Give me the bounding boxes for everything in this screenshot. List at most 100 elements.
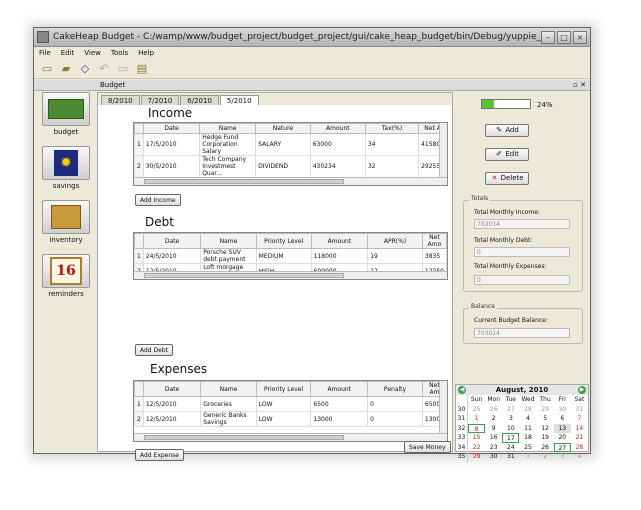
calendar-day[interactable]: 4	[519, 414, 536, 424]
calendar-day[interactable]: 22	[468, 443, 485, 453]
horizontal-scrollbar[interactable]	[134, 177, 447, 185]
save-money-button[interactable]: Save Money	[404, 441, 451, 453]
calendar-day[interactable]: 7	[571, 414, 588, 424]
calendar-day[interactable]: 25	[468, 405, 485, 415]
menu-edit[interactable]: Edit	[61, 49, 75, 57]
open-folder-icon[interactable]: ▰	[59, 62, 73, 76]
column-header[interactable]: Date	[142, 381, 202, 397]
table-row[interactable]: 1 12/5/2010 Groceries LOW 6500 0 6500	[134, 396, 447, 412]
debt-table[interactable]: Date Name Priority Level Amount APR(%) N…	[133, 232, 448, 280]
column-header[interactable]: Date	[142, 123, 201, 134]
sidebar-item-budget[interactable]: budget	[40, 92, 92, 136]
income-table[interactable]: Date Name Nature Amount Tax(%) Net A 1 1…	[133, 122, 448, 186]
table-row[interactable]: 2 12/5/2010 Generic Banks Savings LOW 13…	[134, 411, 447, 427]
column-header[interactable]: APR(%)	[367, 233, 423, 249]
pane-controls[interactable]: ▫ ✕	[573, 80, 586, 91]
title-bar[interactable]: CakeHeap Budget - C:/wamp/www/budget_pro…	[34, 28, 590, 47]
calendar-day[interactable]: 10	[502, 424, 519, 434]
tab-month[interactable]: 6/2010	[180, 95, 219, 105]
calendar-day[interactable]: 26	[537, 443, 554, 453]
calendar-day[interactable]: 24	[502, 443, 519, 453]
add-income-button[interactable]: Add Income	[135, 194, 181, 206]
vertical-scrollbar[interactable]	[439, 123, 447, 185]
prev-month-icon[interactable]: ◀	[458, 386, 466, 394]
calendar-day[interactable]: 18	[519, 433, 536, 443]
table-row[interactable]: 1 24/5/2010 Porsche SUV debt payment MED…	[134, 248, 447, 264]
sidebar-item-savings[interactable]: ✹ savings	[40, 146, 92, 190]
calendar-day[interactable]: 12	[537, 424, 554, 434]
tab-month[interactable]: 8/2010	[101, 95, 140, 105]
calendar-day[interactable]: 14	[571, 424, 588, 434]
minimize-button[interactable]: –	[541, 30, 555, 44]
horizontal-scrollbar[interactable]	[134, 271, 447, 279]
calendar-grid[interactable]: Sun Mon Tue Wed Thu Fri Sat 30 25 26 27 28 29 30 31 31 1…	[456, 395, 588, 462]
calendar-day[interactable]: 27	[502, 405, 519, 415]
calendar-day[interactable]: 8	[468, 423, 486, 433]
column-header[interactable]: Amount	[309, 123, 366, 134]
calendar-day[interactable]: 2	[537, 452, 554, 462]
calendar-day[interactable]: 30	[485, 452, 502, 462]
column-header[interactable]: Name	[200, 233, 257, 249]
close-button[interactable]: ×	[573, 30, 587, 44]
calendar-day[interactable]: 31	[502, 452, 519, 462]
undo-icon[interactable]: ↶	[97, 62, 111, 76]
calendar-day[interactable]: 3	[554, 452, 571, 462]
column-header[interactable]: Net Amo	[421, 233, 447, 249]
column-header[interactable]: Date	[142, 233, 202, 249]
calendar-day[interactable]: 3	[502, 414, 519, 424]
column-header[interactable]: Priority Level	[255, 381, 312, 397]
sidebar-item-reminders[interactable]: 16 reminders	[40, 254, 92, 298]
horizontal-scrollbar[interactable]	[134, 433, 447, 441]
table-row[interactable]: 1 17/5/2010 Hedge Fund Corporation Salar…	[134, 133, 447, 156]
menu-tools[interactable]: Tools	[111, 49, 128, 57]
calendar-day[interactable]: 23	[485, 443, 502, 453]
expenses-table[interactable]: Date Name Priority Level Amount Penalty …	[133, 380, 448, 442]
delete-button[interactable]: ✕ Delete	[485, 172, 529, 185]
calendar-day[interactable]: 1	[519, 452, 536, 462]
column-header[interactable]: Name	[200, 381, 257, 397]
table-row[interactable]: 2 30/5/2010 Tech Company Investmest Quar…	[134, 155, 447, 178]
column-header[interactable]: Priority Level	[255, 233, 312, 249]
new-file-icon[interactable]: ▭	[40, 62, 54, 76]
add-debt-button[interactable]: Add Debt	[135, 344, 173, 356]
copy-icon[interactable]: ▭	[116, 62, 130, 76]
sidebar-item-inventory[interactable]: inventory	[40, 200, 92, 244]
next-month-icon[interactable]: ▶	[578, 386, 586, 394]
tab-month[interactable]: 7/2010	[140, 95, 180, 105]
calendar-day[interactable]: 2	[485, 414, 502, 424]
calendar-day[interactable]: 20	[554, 433, 571, 443]
calendar-day[interactable]: 17	[502, 433, 520, 443]
calendar-day[interactable]: 9	[485, 424, 502, 434]
calendar-day[interactable]: 26	[485, 405, 502, 415]
add-expense-button[interactable]: Add Expense	[135, 449, 184, 461]
calendar-day[interactable]: 5	[537, 414, 554, 424]
calendar-day[interactable]: 30	[554, 405, 571, 415]
calendar-day[interactable]: 15	[468, 433, 485, 443]
calendar-day[interactable]: 29	[468, 452, 485, 462]
menu-file[interactable]: File	[39, 49, 51, 57]
menu-view[interactable]: View	[84, 49, 101, 57]
column-header[interactable]: Amount	[310, 233, 369, 249]
save-icon[interactable]: ◇	[78, 62, 92, 76]
maximize-button[interactable]: □	[557, 30, 571, 44]
calendar[interactable]: ◀ August, 2010 ▶ Sun Mon Tue Wed Thu Fri Sat 30…	[455, 384, 589, 462]
calendar-day[interactable]: 21	[571, 433, 588, 443]
column-header[interactable]: Nature	[255, 123, 311, 134]
column-header[interactable]: Penalty	[367, 381, 423, 397]
calendar-day[interactable]: 27	[553, 442, 571, 452]
calendar-day[interactable]: 4	[571, 452, 588, 462]
calendar-day[interactable]: 1	[468, 414, 485, 424]
menu-help[interactable]: Help	[138, 49, 154, 57]
calendar-day[interactable]: 13	[553, 423, 571, 433]
edit-button[interactable]: ✐ Edit	[485, 148, 529, 161]
add-button[interactable]: ✎ Add	[485, 124, 529, 137]
calendar-day[interactable]: 19	[537, 433, 554, 443]
calendar-day[interactable]: 16	[485, 433, 502, 443]
calendar-day[interactable]: 28	[519, 405, 536, 415]
calendar-day[interactable]: 25	[519, 443, 536, 453]
calendar-day[interactable]: 11	[519, 424, 536, 434]
column-header[interactable]: Name	[199, 123, 257, 134]
vertical-scrollbar[interactable]	[439, 381, 447, 441]
calendar-day[interactable]: 28	[571, 443, 588, 453]
calendar-day[interactable]: 29	[537, 405, 554, 415]
